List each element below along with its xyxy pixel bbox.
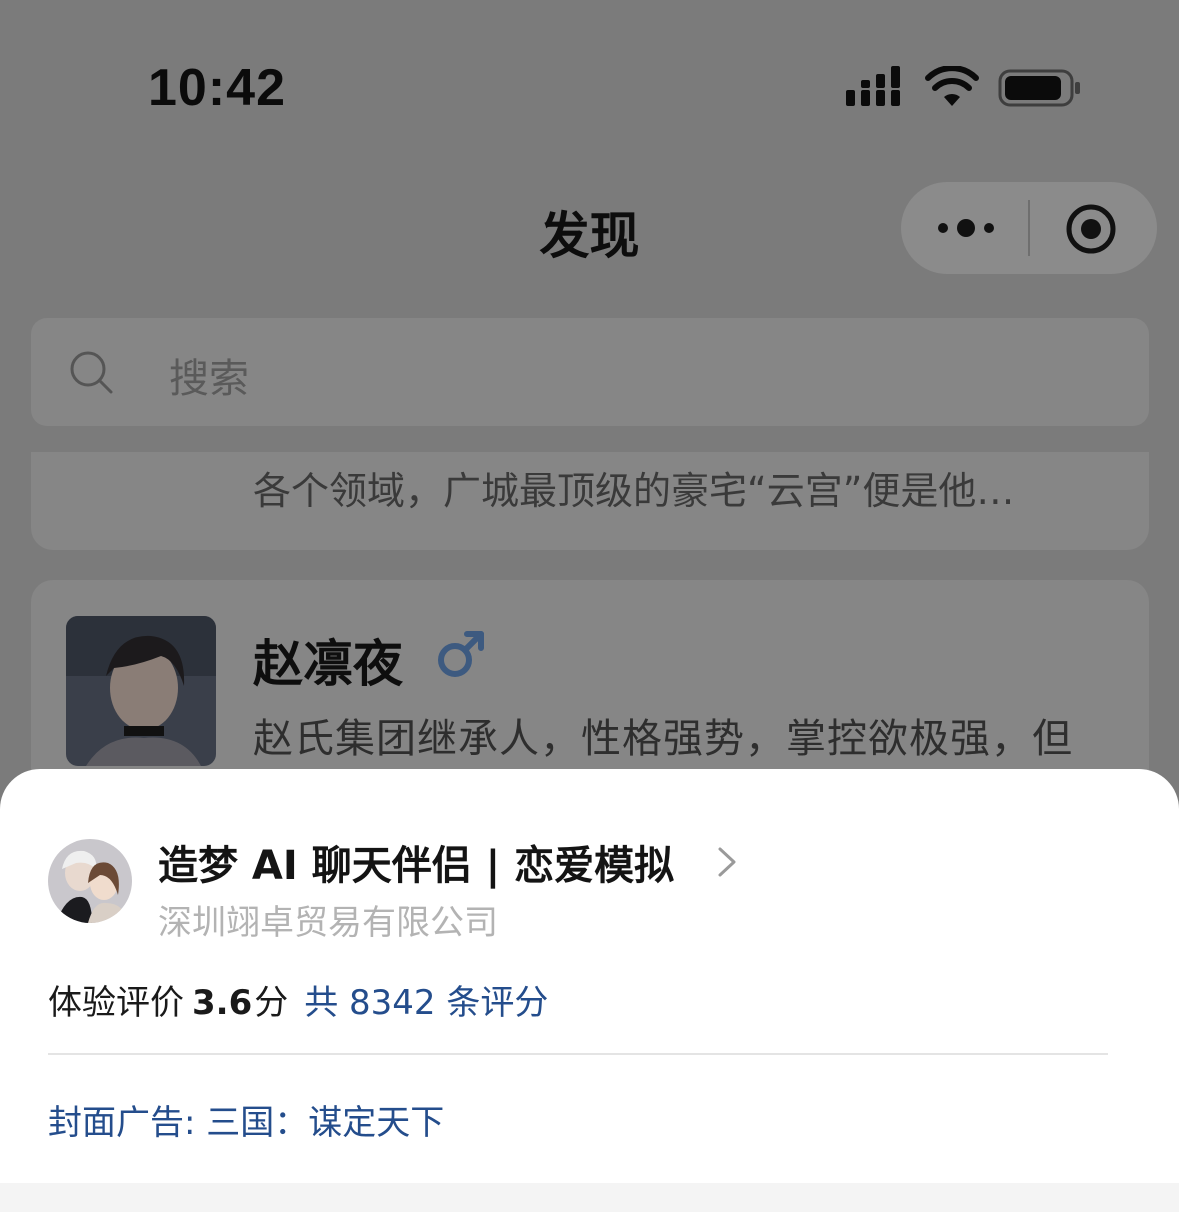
wifi-icon bbox=[925, 66, 979, 106]
miniprogram-info-sheet: 造梦 AI 聊天伴侣 | 恋爱模拟 深圳翊卓贸易有限公司 体验评价 3.6分共 8… bbox=[0, 769, 1179, 1183]
rating-count-link[interactable]: 共 8342 条评分 bbox=[304, 983, 548, 1023]
app-name[interactable]: 造梦 AI 聊天伴侣 | 恋爱模拟 bbox=[158, 833, 674, 891]
character-name: 赵凛夜 bbox=[253, 635, 403, 693]
character-avatar bbox=[66, 616, 216, 766]
status-time: 10:42 bbox=[148, 59, 286, 117]
search-bar[interactable]: 搜索 bbox=[31, 318, 1149, 426]
search-placeholder: 搜索 bbox=[169, 356, 249, 402]
close-miniprogram-icon[interactable] bbox=[1066, 204, 1116, 254]
divider bbox=[48, 1053, 1108, 1055]
rating-row: 体验评价 3.6分共 8342 条评分 bbox=[48, 975, 548, 1024]
capsule-divider bbox=[1028, 200, 1030, 256]
miniprogram-capsule bbox=[901, 182, 1157, 274]
rating-score: 3.6 bbox=[192, 983, 253, 1023]
cover-ad-link[interactable]: 封面广告: 三国：谋定天下 bbox=[48, 1095, 444, 1144]
more-icon[interactable] bbox=[937, 216, 995, 240]
chevron-right-icon[interactable] bbox=[716, 845, 738, 879]
character-card[interactable]: 各个领域，广城最顶级的豪宅“云宫”便是他… bbox=[31, 452, 1149, 550]
male-icon bbox=[438, 631, 484, 677]
status-bar: 10:42 bbox=[0, 0, 1179, 150]
character-description: 各个领域，广城最顶级的豪宅“云宫”便是他… bbox=[253, 469, 1015, 513]
rating-unit: 分 bbox=[254, 983, 289, 1023]
rating-label: 体验评价 bbox=[48, 983, 184, 1023]
battery-icon bbox=[998, 69, 1080, 107]
company-name: 深圳翊卓贸易有限公司 bbox=[158, 903, 498, 943]
app-logo[interactable] bbox=[48, 839, 132, 923]
search-icon bbox=[70, 351, 113, 394]
cellular-signal-icon bbox=[846, 66, 900, 106]
bottom-safe-area bbox=[0, 1183, 1179, 1212]
character-description: 赵氏集团继承人，性格强势，掌控欲极强，但 bbox=[253, 716, 1073, 762]
